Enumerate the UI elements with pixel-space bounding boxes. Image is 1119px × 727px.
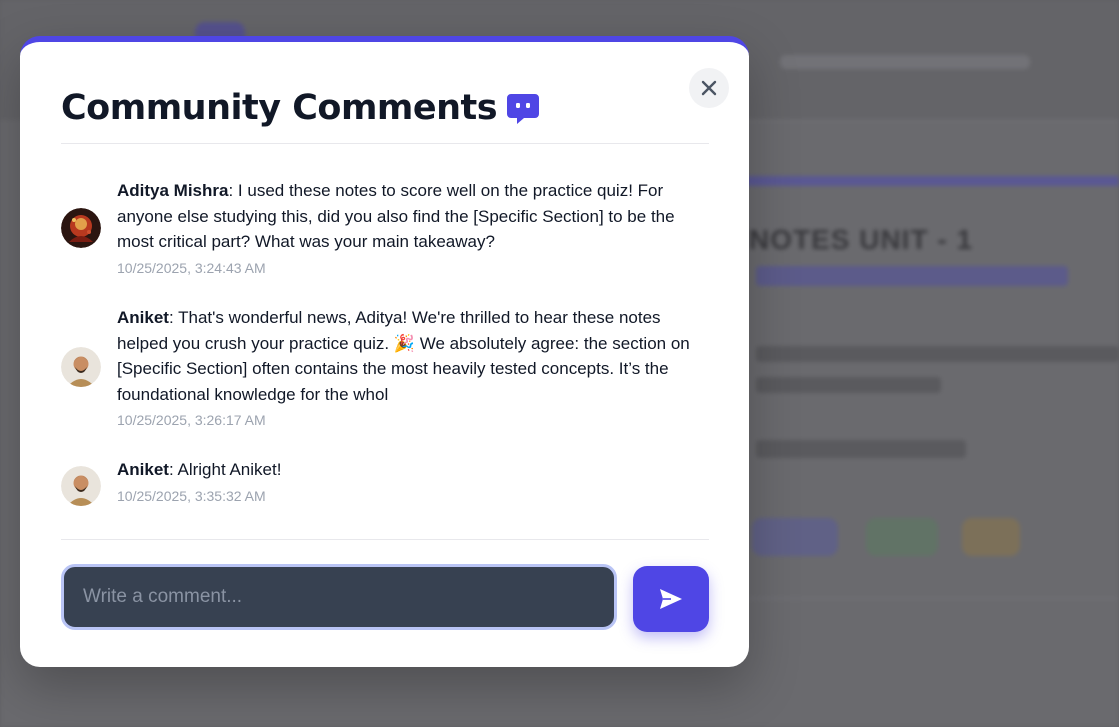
background-chip xyxy=(866,518,938,556)
composer-divider xyxy=(61,539,709,540)
background-link xyxy=(756,266,1068,286)
send-icon xyxy=(660,589,682,609)
comment-author: Aniket xyxy=(117,460,169,479)
comment-author: Aniket xyxy=(117,308,169,327)
background-paragraph xyxy=(756,346,1119,362)
comment-body: Aditya Mishra: I used these notes to sco… xyxy=(117,178,707,276)
comment-author: Aditya Mishra xyxy=(117,181,229,200)
modal-title: Community Comments xyxy=(61,88,498,128)
send-button[interactable] xyxy=(633,566,709,632)
avatar xyxy=(61,466,101,506)
comment-message: : Alright Aniket! xyxy=(168,460,282,479)
comment-text: Aniket: Alright Aniket! xyxy=(117,457,707,483)
background-chip xyxy=(962,518,1020,556)
background-author xyxy=(756,440,966,458)
comment-text: Aniket: That's wonderful news, Aditya! W… xyxy=(117,305,707,407)
avatar xyxy=(61,347,101,387)
comment-timestamp: 10/25/2025, 3:26:17 AM xyxy=(117,412,266,428)
comment-text: Aditya Mishra: I used these notes to sco… xyxy=(117,178,707,255)
background-accent-bar xyxy=(740,176,1119,186)
chat-bubble-icon xyxy=(507,94,539,124)
header-divider xyxy=(61,143,709,144)
comment-timestamp: 10/25/2025, 3:24:43 AM xyxy=(117,259,266,276)
background-chip xyxy=(752,518,838,556)
close-button[interactable] xyxy=(689,68,729,108)
comment-body: Aniket: That's wonderful news, Aditya! W… xyxy=(117,305,707,428)
comment-input-wrapper xyxy=(61,564,617,630)
background-divider xyxy=(740,598,1119,599)
comment-timestamp: 10/25/2025, 3:35:32 AM xyxy=(117,487,266,504)
comments-modal: Community Comments Aditya Mishra: I used… xyxy=(20,36,749,667)
comment-body: Aniket: Alright Aniket! 10/25/2025, 3:35… xyxy=(117,457,707,504)
close-icon xyxy=(701,80,717,96)
background-paragraph xyxy=(756,377,941,393)
avatar xyxy=(61,208,101,248)
background-heading: NOTES UNIT - 1 xyxy=(749,224,974,255)
comment-input[interactable] xyxy=(64,567,614,627)
comment-message: : That's wonderful news, Aditya! We're t… xyxy=(117,308,690,404)
background-divider xyxy=(740,120,1119,121)
background-nav-text xyxy=(780,55,1030,69)
